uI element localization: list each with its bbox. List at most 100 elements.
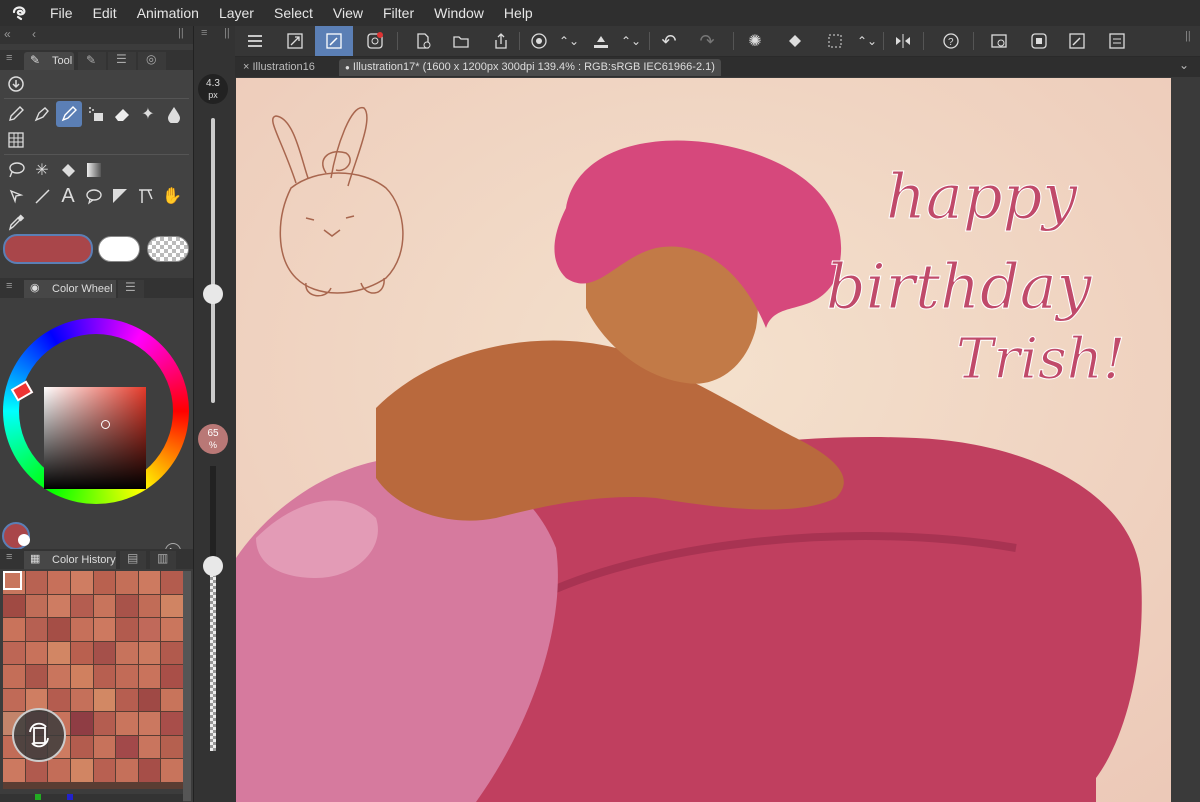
history-swatch[interactable] bbox=[70, 641, 93, 664]
history-swatch[interactable] bbox=[3, 759, 25, 782]
tab-illustration17[interactable]: ● Illustration17* (1600 x 1200px 300dpi … bbox=[339, 59, 721, 76]
airbrush-tool-icon[interactable] bbox=[84, 102, 108, 126]
history-swatch[interactable] bbox=[138, 641, 161, 664]
history-swatch[interactable] bbox=[48, 759, 70, 782]
line-tool-icon[interactable] bbox=[30, 184, 54, 208]
loading-icon[interactable]: ✺ bbox=[743, 29, 767, 53]
help-icon[interactable]: ? bbox=[939, 29, 963, 53]
magic-wand-icon[interactable]: ✳ bbox=[30, 158, 54, 182]
tab-color-wheel[interactable]: ◉ Color Wheel bbox=[24, 280, 116, 298]
eyedropper-download-icon[interactable] bbox=[4, 72, 28, 96]
menu-layer[interactable]: Layer bbox=[209, 0, 264, 26]
history-swatch[interactable] bbox=[161, 735, 183, 758]
gradient-tool-icon[interactable] bbox=[82, 158, 106, 182]
ruler-tool-icon[interactable] bbox=[134, 184, 158, 208]
history-swatch[interactable] bbox=[138, 618, 161, 641]
pencil-tool-icon[interactable] bbox=[4, 102, 28, 126]
history-swatch[interactable] bbox=[70, 665, 93, 688]
menu-file[interactable]: File bbox=[40, 0, 83, 26]
vertical-scrollbar[interactable] bbox=[1171, 78, 1200, 802]
figure-tool-icon[interactable] bbox=[4, 128, 28, 152]
fill-bucket-icon[interactable] bbox=[783, 29, 807, 53]
hamburger-menu-icon[interactable] bbox=[243, 29, 267, 53]
fill-layer-icon[interactable] bbox=[589, 29, 613, 53]
tab-intermediate-color[interactable]: ▥ bbox=[150, 551, 176, 569]
updown-chevron-icon[interactable]: ⌃⌄ bbox=[619, 29, 643, 53]
brush-size-slider-thumb[interactable] bbox=[203, 284, 223, 304]
close-icon[interactable]: × bbox=[243, 61, 249, 73]
tab-color-set[interactable]: ▤ bbox=[120, 551, 146, 569]
share-icon[interactable] bbox=[489, 29, 513, 53]
menu-filter[interactable]: Filter bbox=[373, 0, 424, 26]
sub-color-swatch[interactable] bbox=[98, 236, 140, 262]
operation-tool-icon[interactable] bbox=[4, 184, 28, 208]
menu-animation[interactable]: Animation bbox=[127, 0, 209, 26]
history-swatch[interactable] bbox=[48, 618, 70, 641]
undo-icon[interactable]: ↶ bbox=[657, 29, 681, 53]
history-swatch[interactable] bbox=[161, 641, 183, 664]
sv-cursor[interactable] bbox=[101, 420, 110, 429]
history-swatch[interactable] bbox=[25, 618, 48, 641]
hand-tool-icon[interactable]: ✋ bbox=[160, 184, 184, 208]
text-tool-icon[interactable]: A bbox=[56, 184, 80, 208]
new-file-icon[interactable] bbox=[411, 29, 435, 53]
history-swatch[interactable] bbox=[25, 665, 48, 688]
history-swatch[interactable] bbox=[116, 571, 138, 594]
history-swatch[interactable] bbox=[116, 618, 138, 641]
history-swatch[interactable] bbox=[48, 688, 70, 711]
history-swatch[interactable] bbox=[161, 571, 183, 594]
history-swatch[interactable] bbox=[93, 735, 116, 758]
history-swatch[interactable] bbox=[70, 712, 93, 735]
canvas[interactable]: happy birthday Trish! bbox=[236, 78, 1171, 802]
history-swatch[interactable] bbox=[161, 759, 183, 782]
panel-menu-icon[interactable]: ≡ bbox=[6, 280, 12, 292]
history-swatch[interactable] bbox=[25, 594, 48, 617]
history-swatch[interactable] bbox=[3, 618, 25, 641]
history-swatch[interactable] bbox=[116, 688, 138, 711]
panel-menu-icon[interactable]: ≡ bbox=[6, 551, 12, 563]
tab-color-slider[interactable]: ☰ bbox=[118, 280, 144, 298]
history-swatch[interactable] bbox=[138, 594, 161, 617]
chevron-left-icon[interactable]: ‹ bbox=[32, 27, 36, 41]
panel-pin-icon[interactable]: || bbox=[224, 27, 230, 39]
brush-tool-icon[interactable] bbox=[56, 101, 82, 127]
fill-tool-icon[interactable] bbox=[56, 158, 80, 182]
updown-chevron-icon[interactable]: ⌃⌄ bbox=[855, 29, 879, 53]
history-swatch[interactable] bbox=[93, 759, 116, 782]
history-swatch[interactable] bbox=[70, 618, 93, 641]
history-swatch[interactable] bbox=[48, 594, 70, 617]
history-swatch[interactable] bbox=[48, 571, 70, 594]
menu-window[interactable]: Window bbox=[424, 0, 494, 26]
tab-sub-tool[interactable]: ✎ bbox=[78, 52, 106, 70]
tab-color-history[interactable]: ▦ Color History bbox=[24, 551, 116, 569]
history-swatch[interactable] bbox=[93, 594, 116, 617]
main-color-swatch[interactable] bbox=[3, 234, 93, 264]
edit-mode-icon[interactable] bbox=[315, 26, 353, 56]
layer-property-icon[interactable] bbox=[1027, 29, 1051, 53]
history-scrollbar[interactable] bbox=[183, 571, 191, 801]
tab-tool[interactable]: ✎ Tool bbox=[24, 52, 74, 70]
layers-icon[interactable] bbox=[1105, 29, 1129, 53]
history-selected-swatch[interactable] bbox=[3, 571, 22, 590]
history-swatch[interactable] bbox=[25, 759, 48, 782]
collapse-left-icon[interactable]: « bbox=[4, 27, 11, 41]
history-swatch[interactable] bbox=[3, 594, 25, 617]
history-swatch[interactable] bbox=[116, 759, 138, 782]
history-swatch[interactable] bbox=[3, 641, 25, 664]
history-swatch[interactable] bbox=[93, 688, 116, 711]
menu-view[interactable]: View bbox=[323, 0, 373, 26]
lasso-tool-icon[interactable] bbox=[4, 158, 28, 182]
quick-access-button[interactable] bbox=[12, 708, 66, 762]
eraser-tool-icon[interactable] bbox=[110, 102, 134, 126]
history-swatch[interactable] bbox=[3, 688, 25, 711]
history-swatch[interactable] bbox=[70, 571, 93, 594]
open-file-icon[interactable] bbox=[449, 29, 473, 53]
sub-color-circle[interactable] bbox=[18, 534, 30, 546]
navigator-icon[interactable] bbox=[987, 29, 1011, 53]
history-swatch[interactable] bbox=[116, 594, 138, 617]
menu-select[interactable]: Select bbox=[264, 0, 323, 26]
brush-size-slider-track[interactable] bbox=[211, 118, 215, 403]
panel-menu-icon[interactable]: ≡ bbox=[201, 27, 207, 39]
panel-pin-icon[interactable]: || bbox=[178, 27, 184, 39]
history-swatch[interactable] bbox=[161, 665, 183, 688]
